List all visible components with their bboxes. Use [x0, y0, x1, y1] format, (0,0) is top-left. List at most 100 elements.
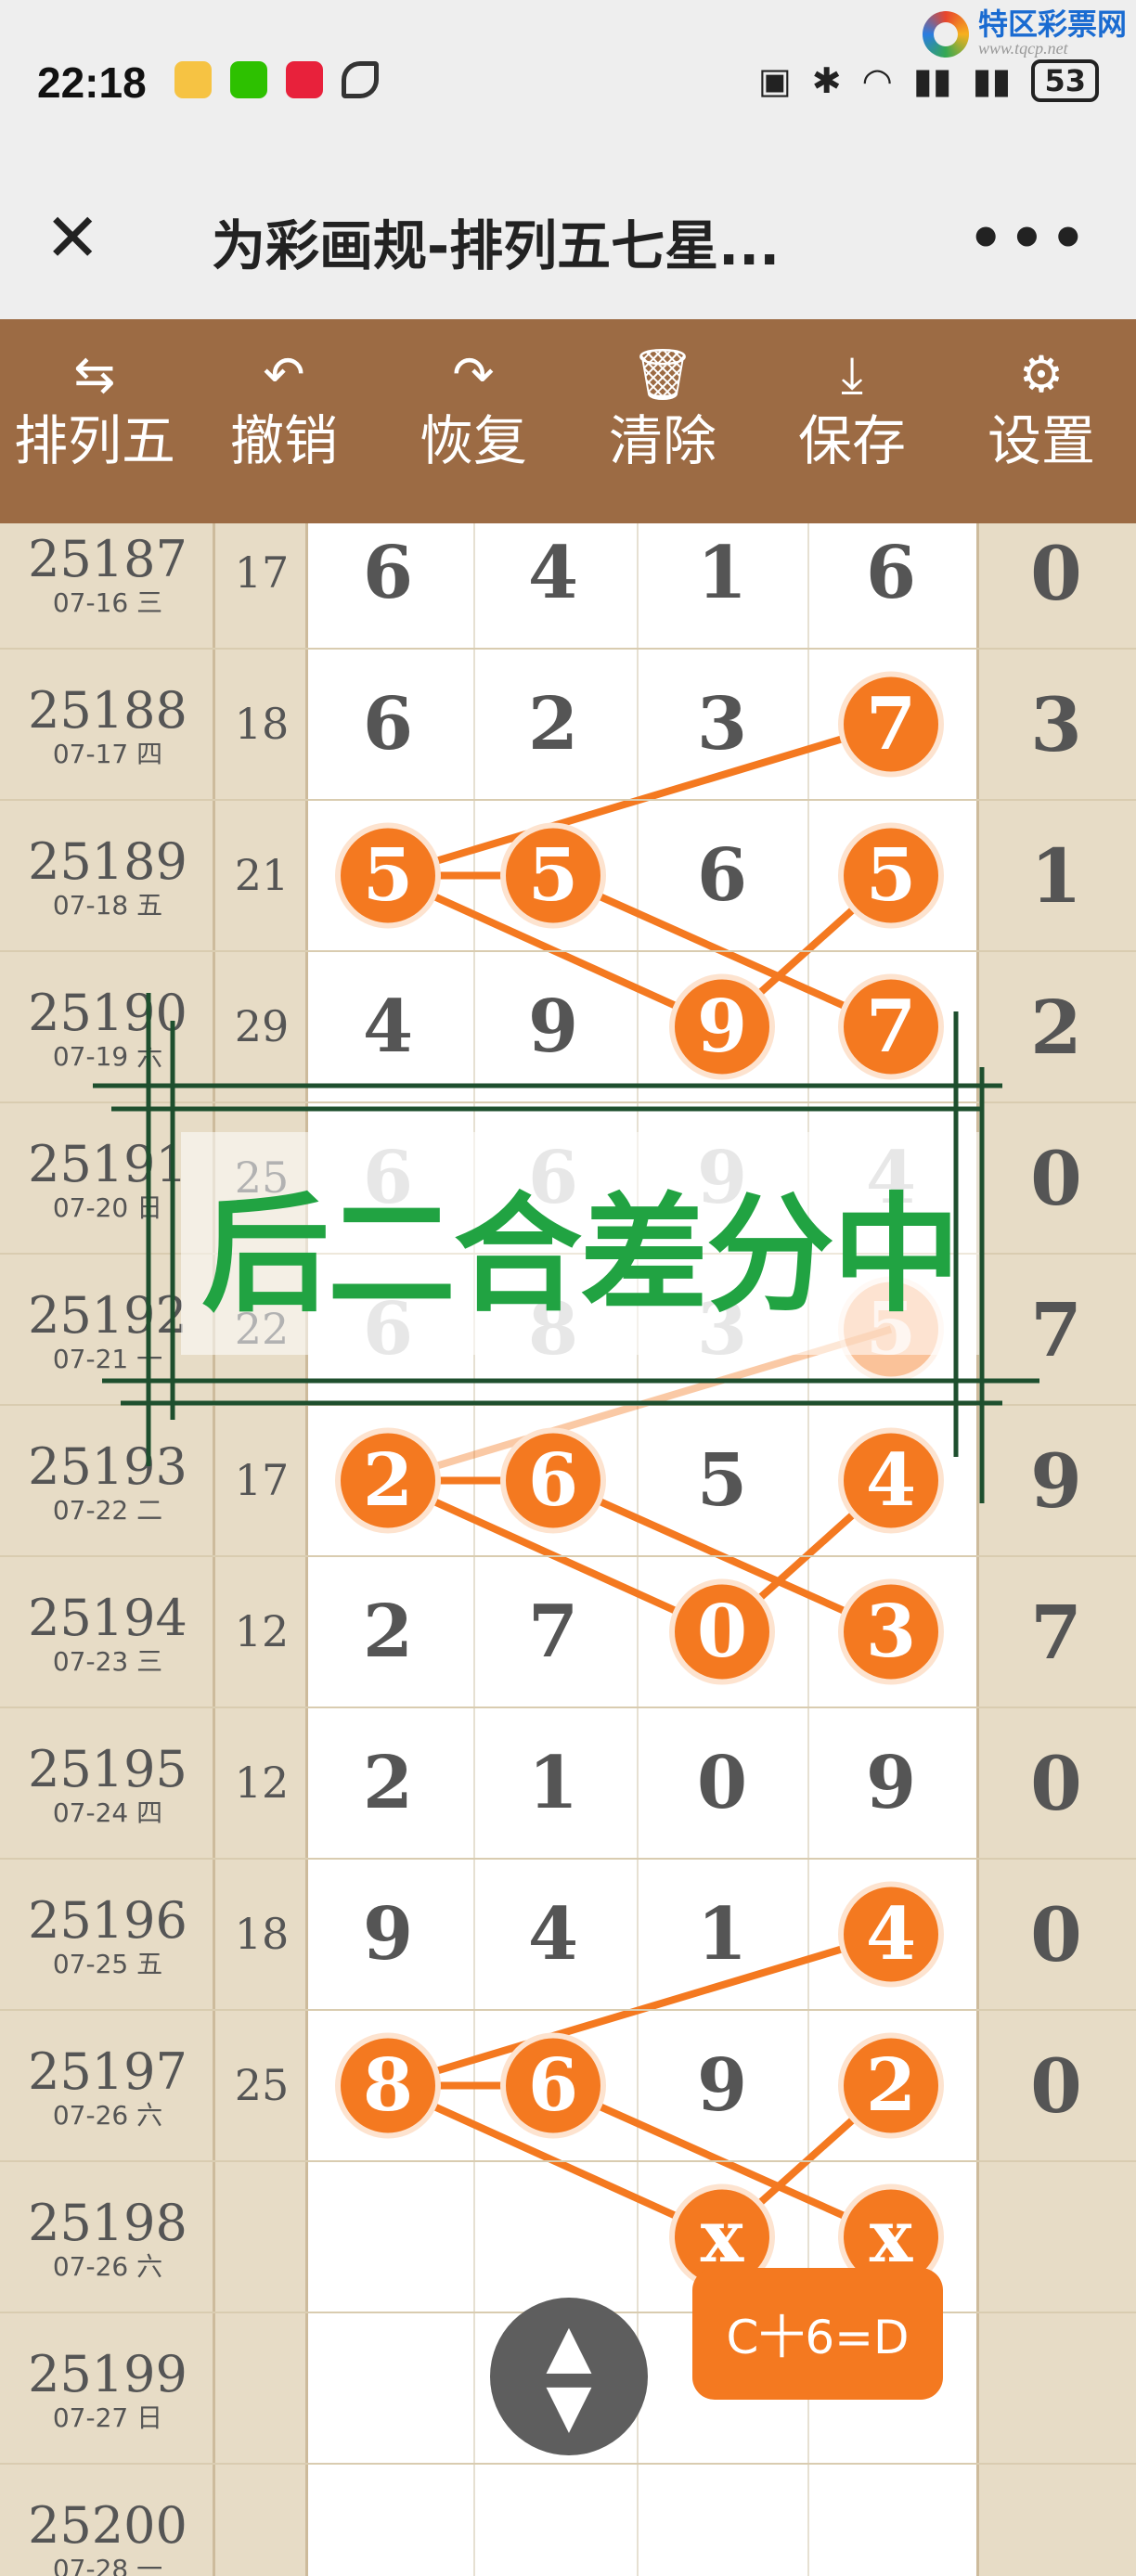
toolbar-label: 撤销: [229, 409, 338, 472]
last-digit-cell: 0: [1030, 1890, 1082, 1978]
issue-number: 25194: [28, 1589, 187, 1647]
digit-cell[interactable]: 4: [845, 1438, 937, 1523]
draw-grid[interactable]: 25187 07-16 三 17 6 4 1 6 0 25188 07-17 四 18 6 2 3 7 3 25…: [0, 523, 1136, 2576]
digit-cell[interactable]: 4: [342, 985, 434, 1069]
digit-cell[interactable]: 6: [342, 682, 434, 766]
clock: 22:18: [37, 58, 147, 107]
digit-cell[interactable]: 3: [676, 682, 768, 766]
toolbar-button-undo[interactable]: ↶ 撤销: [189, 319, 379, 523]
digit-cell[interactable]: 2: [342, 1438, 434, 1523]
app-icon: [286, 61, 323, 98]
digit-cell[interactable]: 2: [845, 2043, 937, 2128]
weibo-icon: [174, 61, 212, 98]
digit-cell[interactable]: 4: [507, 1892, 600, 1977]
sum-cell: 17: [234, 1454, 290, 1505]
notification-icons: [174, 61, 379, 98]
digit-cell[interactable]: 9: [342, 1892, 434, 1977]
scroll-toggle-button[interactable]: ▲ ▼: [490, 2298, 648, 2455]
digit-cell[interactable]: 9: [676, 985, 768, 1069]
last-digit-cell: 0: [1030, 2041, 1082, 2130]
digit-cell[interactable]: 6: [845, 531, 937, 615]
signal-icon: ▮▮: [912, 60, 952, 101]
digit-cell[interactable]: 9: [507, 985, 600, 1069]
close-icon[interactable]: ✕: [45, 204, 100, 271]
digit-cell[interactable]: 5: [845, 833, 937, 918]
digit-cell[interactable]: 9: [676, 2043, 768, 2128]
digit-cell[interactable]: 0: [676, 1741, 768, 1825]
nfc-icon: ▣: [757, 60, 792, 101]
toolbar-label: 排列五: [13, 409, 175, 472]
digit-cell[interactable]: 3: [845, 1590, 937, 1674]
issue-cell: 25188 07-17 四: [0, 684, 215, 771]
last-digit-cell: 7: [1030, 1588, 1082, 1676]
issue-date: 07-22 二: [52, 1495, 163, 1526]
last-digit-cell: 3: [1030, 680, 1082, 768]
issue-number: 25200: [28, 2496, 187, 2555]
sum-cell: 18: [234, 1908, 290, 1959]
digit-cell[interactable]: 2: [342, 1741, 434, 1825]
issue-number: 25190: [28, 984, 187, 1042]
digit-cell[interactable]: x: [676, 2195, 768, 2279]
digit-cell[interactable]: 6: [507, 2043, 600, 2128]
issue-number: 25198: [28, 2194, 187, 2252]
digit-cell[interactable]: 4: [507, 531, 600, 615]
issue-cell: 25194 07-23 三: [0, 1591, 215, 1679]
formula-button[interactable]: C十6=D: [692, 2268, 943, 2400]
digit-cell[interactable]: 8: [342, 2043, 434, 2128]
stamp-text: 后二合差分中: [200, 1180, 961, 1330]
issue-number: 25199: [28, 2345, 187, 2403]
digit-cell[interactable]: 5: [507, 833, 600, 918]
trash-icon: 🗑: [630, 345, 695, 404]
digit-cell[interactable]: 6: [507, 1438, 600, 1523]
result-stamp: 后二合差分中: [181, 1132, 979, 1355]
toolbar-button-save[interactable]: ⤓ 保存: [757, 319, 947, 523]
digit-cell[interactable]: 1: [676, 1892, 768, 1977]
toolbar-button-redo[interactable]: ↷ 恢复: [379, 319, 568, 523]
undo-icon: ↶: [263, 345, 305, 404]
row-divider: [0, 1555, 1136, 1557]
issue-date: 07-25 五: [52, 1949, 163, 1979]
status-bar: 22:18 ▣ ✱ ◠ ▮▮ ▮▮ 53 特区彩票网 www.tqcp.net: [0, 0, 1136, 167]
digit-cell[interactable]: 5: [676, 1438, 768, 1523]
digit-cell[interactable]: 7: [845, 682, 937, 766]
digit-cell[interactable]: 7: [845, 985, 937, 1069]
toolbar-label: 保存: [797, 409, 906, 472]
digit-cell[interactable]: 1: [507, 1741, 600, 1825]
issue-number: 25188: [28, 681, 187, 740]
row-divider: [0, 1858, 1136, 1860]
issue-cell: 25200 07-28 一: [0, 2499, 215, 2576]
toolbar-button-settings[interactable]: ⚙ 设置: [947, 319, 1136, 523]
row-divider: [0, 1404, 1136, 1406]
digit-cell[interactable]: 2: [342, 1590, 434, 1674]
eye-icon: [342, 61, 379, 98]
title-bar: ✕ 为彩画规-排列五七星... •••: [0, 167, 1136, 319]
issue-number: 25197: [28, 2042, 187, 2101]
issue-cell: 25187 07-16 三: [0, 533, 215, 620]
issue-date: 07-26 六: [52, 2100, 163, 2131]
row-divider: [0, 2463, 1136, 2465]
digit-cell[interactable]: 2: [507, 682, 600, 766]
issue-cell: 25197 07-26 六: [0, 2045, 215, 2132]
watermark-logo-icon: [922, 10, 969, 58]
digit-cell[interactable]: 4: [845, 1892, 937, 1977]
toolbar-button-clear[interactable]: 🗑 清除: [568, 319, 757, 523]
digit-cell[interactable]: 5: [342, 833, 434, 918]
digit-cell[interactable]: 6: [676, 833, 768, 918]
issue-cell: 25193 07-22 二: [0, 1440, 215, 1527]
row-divider: [0, 2160, 1136, 2162]
digit-cell[interactable]: 1: [676, 531, 768, 615]
row-divider: [0, 1707, 1136, 1708]
digit-cell[interactable]: x: [845, 2195, 937, 2279]
digit-cell[interactable]: 7: [507, 1590, 600, 1674]
issue-date: 07-18 五: [52, 890, 163, 921]
sum-cell: 12: [234, 1605, 290, 1656]
toolbar-button-mode[interactable]: ⇆ 排列五: [0, 319, 189, 523]
issue-date: 07-28 一: [52, 2554, 163, 2576]
row-divider: [0, 1101, 1136, 1103]
system-icons: ▣ ✱ ◠ ▮▮ ▮▮ 53: [758, 59, 1099, 102]
more-icon[interactable]: •••: [968, 206, 1091, 271]
digit-cell[interactable]: 6: [342, 531, 434, 615]
sum-cell: 25: [234, 2059, 290, 2110]
digit-cell[interactable]: 0: [676, 1590, 768, 1674]
digit-cell[interactable]: 9: [845, 1741, 937, 1825]
